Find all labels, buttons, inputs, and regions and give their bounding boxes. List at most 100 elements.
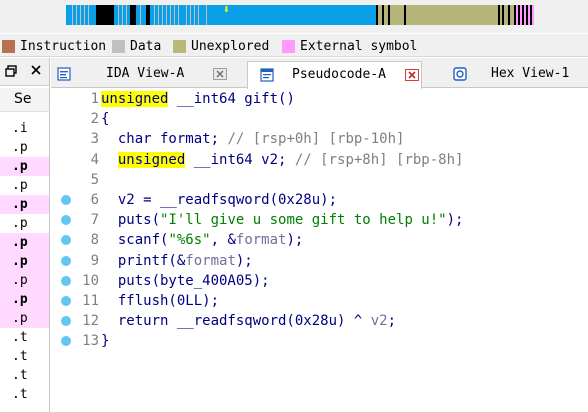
code-line[interactable]: 5 (51, 170, 588, 190)
hex-view-icon (453, 67, 467, 81)
code-token: __int64 v2; (185, 151, 295, 168)
code-line[interactable]: 13} (51, 331, 588, 351)
code-line[interactable]: 3 char format; // [rsp+0h] [rbp-10h] (51, 129, 588, 149)
highlighted-keyword: unsigned (117, 151, 186, 168)
pseudocode-editor[interactable]: 1 unsigned __int64 gift() 2{3 char format;… (51, 89, 588, 412)
close-icon[interactable] (30, 64, 42, 76)
pseudocode-icon (260, 68, 274, 82)
window-restore-icon[interactable] (5, 65, 17, 77)
tab-label: Hex View-1 (491, 66, 570, 81)
code-line[interactable]: 4 unsigned __int64 v2; // [rsp+8h] [rbp-… (51, 150, 588, 170)
line-number: 2 (90, 111, 99, 128)
code-token: puts( (101, 212, 161, 229)
line-number: 13 (82, 333, 99, 350)
code-text[interactable]: fflush(0LL); (101, 292, 219, 310)
ida-view-icon (57, 67, 71, 81)
nav-segment-unexplored[interactable] (406, 5, 498, 25)
segment-row[interactable]: .p (0, 195, 49, 214)
tab-hex-view-1[interactable]: Hex View-1 (443, 61, 588, 88)
side-panel-header (0, 58, 49, 86)
code-text[interactable]: unsigned __int64 gift() (101, 90, 295, 108)
code-line[interactable]: 8 scanf("%6s", &format); (51, 230, 588, 250)
tab-ida-view-a[interactable]: IDA View-A (51, 61, 257, 88)
code-token: return __readfsqword(0x28u) ^ (101, 313, 371, 330)
segment-row[interactable]: .p (0, 138, 49, 157)
tab-close-icon[interactable] (405, 69, 419, 81)
navigation-band[interactable]: ⬇ (0, 0, 588, 33)
segment-row[interactable]: .p (0, 157, 49, 176)
breakpoint-dot-icon[interactable] (61, 316, 71, 327)
code-line[interactable]: 1 unsigned __int64 gift() (51, 89, 588, 109)
nav-segment-code[interactable] (136, 5, 146, 25)
breakpoint-dot-icon[interactable] (61, 235, 71, 246)
highlighted-keyword: unsigned (101, 91, 169, 107)
segment-row[interactable]: .p (0, 290, 49, 309)
variable-reference: format (185, 252, 236, 269)
code-text[interactable]: return __readfsqword(0x28u) ^ v2; (101, 312, 396, 330)
legend-swatch-external (282, 39, 295, 53)
breakpoint-dot-icon[interactable] (61, 255, 71, 266)
nav-segment-code[interactable] (66, 5, 96, 25)
nav-tick (76, 5, 77, 25)
breakpoint-dot-icon[interactable] (61, 336, 71, 347)
tab-close-icon[interactable] (213, 68, 227, 80)
nav-segment-unexplored[interactable] (390, 5, 404, 25)
code-line[interactable]: 12 return __readfsqword(0x28u) ^ v2; (51, 311, 588, 331)
nav-tick (178, 5, 179, 25)
segment-name: .p (12, 159, 28, 174)
segment-name: .t (12, 368, 28, 383)
breakpoint-dot-icon[interactable] (61, 296, 71, 306)
code-text[interactable]: unsigned __int64 v2; // [rsp+8h] [rbp-8h… (101, 151, 463, 169)
nav-segment-background[interactable] (0, 5, 66, 25)
code-token: { (101, 111, 110, 128)
code-text[interactable]: v2 = __readfsqword(0x28u); (101, 191, 337, 209)
nav-segment-background[interactable] (534, 5, 588, 25)
code-text[interactable]: printf(&format); (101, 252, 253, 270)
code-text[interactable]: scanf("%6s", &format); (101, 231, 303, 249)
segment-row[interactable]: .i (0, 119, 49, 138)
segment-name: .t (12, 387, 28, 402)
nav-tick (166, 5, 167, 25)
segment-name: .i (12, 121, 28, 136)
nav-tick (194, 5, 195, 25)
code-text[interactable]: char format; // [rsp+0h] [rbp-10h] (101, 130, 405, 148)
segment-name: .p (12, 292, 28, 307)
code-text[interactable]: } (101, 332, 109, 350)
code-token: scanf( (101, 232, 169, 249)
segment-row[interactable]: .p (0, 271, 49, 290)
segment-row[interactable]: .p (0, 233, 49, 252)
line-number: 9 (90, 252, 99, 269)
nav-segment-code[interactable] (180, 5, 376, 25)
segment-row[interactable]: .t (0, 366, 49, 385)
tab-pseudocode-a[interactable]: Pseudocode-A (247, 61, 422, 89)
code-comment: // [rsp+0h] [rbp-10h] (227, 131, 405, 148)
code-text[interactable]: puts(byte_400A05); (101, 272, 270, 290)
line-number: 12 (82, 313, 99, 330)
code-text[interactable]: puts("I'll give u some gift to help u!")… (101, 211, 464, 229)
segment-row[interactable]: .p (0, 176, 49, 195)
segment-row[interactable]: .t (0, 328, 49, 347)
code-line[interactable]: 6 v2 = __readfsqword(0x28u); (51, 190, 588, 210)
segment-row[interactable]: .t (0, 347, 49, 366)
legend-label: External symbol (300, 38, 418, 54)
breakpoint-dot-icon[interactable] (61, 215, 71, 226)
breakpoint-dot-icon[interactable] (61, 195, 71, 205)
code-line[interactable]: 2{ (51, 109, 588, 129)
breakpoint-dot-icon[interactable] (61, 275, 71, 286)
segment-name: .p (12, 311, 28, 326)
segment-row[interactable]: .p (0, 309, 49, 328)
code-line[interactable]: 9 printf(&format); (51, 251, 588, 271)
legend-item-external-symbol: External symbol (282, 38, 417, 54)
code-line[interactable]: 10 puts(byte_400A05); (51, 271, 588, 291)
segment-row[interactable]: .p (0, 252, 49, 271)
side-panel-column-header[interactable]: Se (0, 88, 49, 112)
nav-segment-marker[interactable] (96, 5, 114, 25)
segment-row[interactable]: .t (0, 385, 49, 404)
segment-row[interactable]: .p (0, 214, 49, 233)
code-line[interactable]: 11 fflush(0LL); (51, 291, 588, 311)
variable-reference: v2 (370, 313, 388, 330)
code-text[interactable]: { (101, 110, 109, 128)
code-line[interactable]: 7 puts("I'll give u some gift to help u!… (51, 210, 588, 230)
navigation-strip[interactable] (0, 5, 588, 25)
